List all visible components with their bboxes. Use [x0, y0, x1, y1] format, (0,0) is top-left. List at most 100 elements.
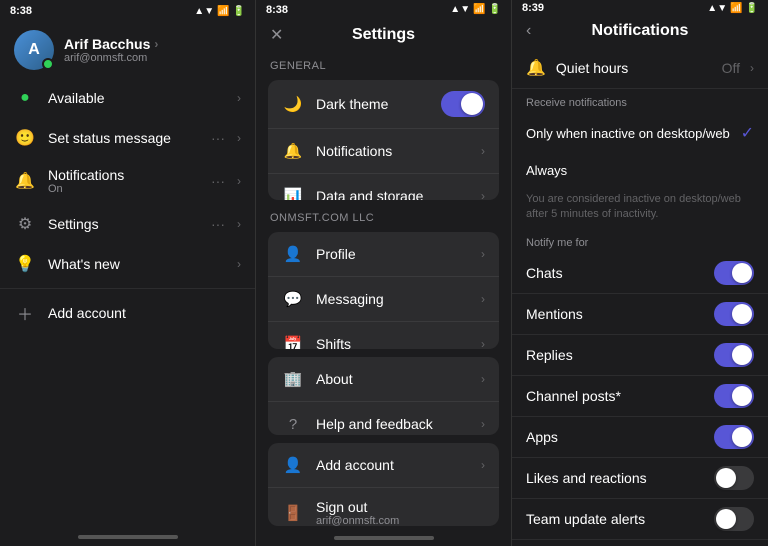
quiet-hours-icon: 🔔 [526, 58, 546, 78]
messaging-label: Messaging [316, 291, 469, 307]
toggle-chats[interactable]: Chats [512, 253, 768, 294]
chats-label: Chats [526, 265, 714, 281]
sidebar-item-add-account[interactable]: ＋ Add account [0, 293, 255, 333]
available-label-group: Available [48, 90, 225, 106]
sign-out-icon: 🚪 [282, 502, 304, 524]
notifications-label: Notifications [48, 167, 199, 183]
dark-theme-toggle[interactable] [441, 91, 485, 117]
toggle-mentions[interactable]: Mentions [512, 294, 768, 335]
settings-header: ✕ Settings [256, 20, 511, 52]
sidebar-item-available[interactable]: ● Available › [0, 78, 255, 118]
bottom-section-group: 🏢 About › ? Help and feedback › [268, 357, 499, 435]
profile-info: Arif Bacchus › arif@onmsft.com [64, 36, 241, 64]
profile-email: arif@onmsft.com [64, 52, 241, 64]
replies-toggle[interactable] [714, 343, 754, 367]
sidebar-panel: 8:38 ▲▼ 📶 🔋 A Arif Bacchus › arif@onmsft… [0, 0, 256, 546]
avatar-status-indicator [42, 58, 54, 70]
option-only-inactive[interactable]: Only when inactive on desktop/web ✓ [512, 113, 768, 153]
profile-chevron-icon: › [154, 37, 158, 51]
data-storage-label: Data and storage [316, 188, 469, 201]
only-inactive-label: Only when inactive on desktop/web [526, 126, 731, 141]
toggle-team-update[interactable]: Team update alerts [512, 499, 768, 540]
about-label: About [316, 371, 469, 387]
channel-posts-toggle[interactable] [714, 384, 754, 408]
quiet-hours-item[interactable]: 🔔 Quiet hours Off › [512, 48, 768, 89]
dark-theme-toggle-knob [461, 93, 483, 115]
replies-toggle-knob [732, 345, 752, 365]
settings-label-group: Settings [48, 216, 199, 232]
settings-about[interactable]: 🏢 About › [268, 357, 499, 402]
settings-dark-theme[interactable]: 🌙 Dark theme [268, 80, 499, 129]
profile-section[interactable]: A Arif Bacchus › arif@onmsft.com [0, 22, 255, 78]
time-2: 8:38 [266, 4, 288, 16]
settings-add-account[interactable]: 👤 Add account › [268, 443, 499, 488]
toggle-channel-posts[interactable]: Channel posts* [512, 376, 768, 417]
status-icons-3: ▲▼ 📶 🔋 [707, 3, 758, 14]
settings-shifts[interactable]: 📅 Shifts › [268, 322, 499, 349]
status-icons-2: ▲▼ 📶 🔋 [450, 4, 501, 15]
inactive-info-text: You are considered inactive on desktop/w… [512, 188, 768, 231]
messaging-icon: 💬 [282, 288, 304, 310]
chats-toggle-knob [732, 263, 752, 283]
whats-new-label: What's new [48, 256, 225, 272]
mentions-toggle-knob [732, 304, 752, 324]
settings-notifications[interactable]: 🔔 Notifications › [268, 129, 499, 174]
sign-out-label: Sign out [316, 499, 485, 515]
available-chevron-icon: › [237, 91, 241, 105]
add-account-label-group: Add account [48, 305, 241, 321]
settings-panel: 8:38 ▲▼ 📶 🔋 ✕ Settings GENERAL 🌙 Dark th… [256, 0, 512, 546]
sidebar-item-whats-new[interactable]: 💡 What's new › [0, 244, 255, 284]
wifi-icon-3: 📶 [730, 3, 742, 14]
add-account-icon: ＋ [14, 302, 36, 324]
battery-icon-3: 🔋 [746, 3, 758, 14]
wifi-icon: 📶 [217, 6, 229, 17]
sidebar-item-set-status[interactable]: 🙂 Set status message ··· › [0, 118, 255, 158]
settings-notifications-icon: 🔔 [282, 140, 304, 162]
settings-label: Settings [48, 216, 199, 232]
whats-new-chevron-icon: › [237, 257, 241, 271]
settings-profile[interactable]: 👤 Profile › [268, 232, 499, 277]
option-always[interactable]: Always [512, 153, 768, 188]
add-account-chevron-icon: › [481, 458, 485, 472]
settings-messaging[interactable]: 💬 Messaging › [268, 277, 499, 322]
team-update-toggle[interactable] [714, 507, 754, 531]
notifications-sublabel: On [48, 183, 199, 195]
battery-icon: 🔋 [233, 6, 245, 17]
mentions-toggle[interactable] [714, 302, 754, 326]
time-3: 8:39 [522, 2, 544, 14]
sidebar-item-notifications[interactable]: 🔔 Notifications On ··· › [0, 158, 255, 204]
back-icon[interactable]: ‹ [526, 22, 531, 40]
profile-name: Arif Bacchus › [64, 36, 241, 52]
notify-for-label: Notify me for [512, 231, 768, 253]
chats-toggle[interactable] [714, 261, 754, 285]
sign-out-label-group: Sign out arif@onmsft.com [316, 499, 485, 526]
likes-toggle[interactable] [714, 466, 754, 490]
settings-help[interactable]: ? Help and feedback › [268, 402, 499, 435]
toggle-trending[interactable]: Trending [512, 540, 768, 546]
sign-out-button[interactable]: 🚪 Sign out arif@onmsft.com [268, 488, 499, 526]
shifts-label: Shifts [316, 336, 469, 349]
profile-label: Profile [316, 246, 469, 262]
close-icon[interactable]: ✕ [270, 25, 283, 45]
settings-data-storage[interactable]: 📊 Data and storage › [268, 174, 499, 201]
toggle-apps[interactable]: Apps [512, 417, 768, 458]
sidebar-item-settings[interactable]: ⚙ Settings ··· › [0, 204, 255, 244]
general-section-label: GENERAL [256, 52, 511, 76]
notifications-header: ‹ Notifications [512, 16, 768, 48]
apps-toggle[interactable] [714, 425, 754, 449]
dark-theme-icon: 🌙 [282, 93, 304, 115]
channel-posts-toggle-knob [732, 386, 752, 406]
toggle-likes-reactions[interactable]: Likes and reactions [512, 458, 768, 499]
settings-icon: ⚙ [14, 213, 36, 235]
toggle-replies[interactable]: Replies [512, 335, 768, 376]
time-1: 8:38 [10, 5, 32, 17]
battery-icon-2: 🔋 [489, 4, 501, 15]
available-icon: ● [14, 87, 36, 109]
replies-label: Replies [526, 347, 714, 363]
profile-icon: 👤 [282, 243, 304, 265]
general-section-group: 🌙 Dark theme 🔔 Notifications › 📊 Data an… [268, 80, 499, 201]
set-status-chevron-icon: › [237, 131, 241, 145]
set-status-label: Set status message [48, 130, 199, 146]
data-storage-chevron-icon: › [481, 189, 485, 201]
set-status-label-group: Set status message [48, 130, 199, 146]
